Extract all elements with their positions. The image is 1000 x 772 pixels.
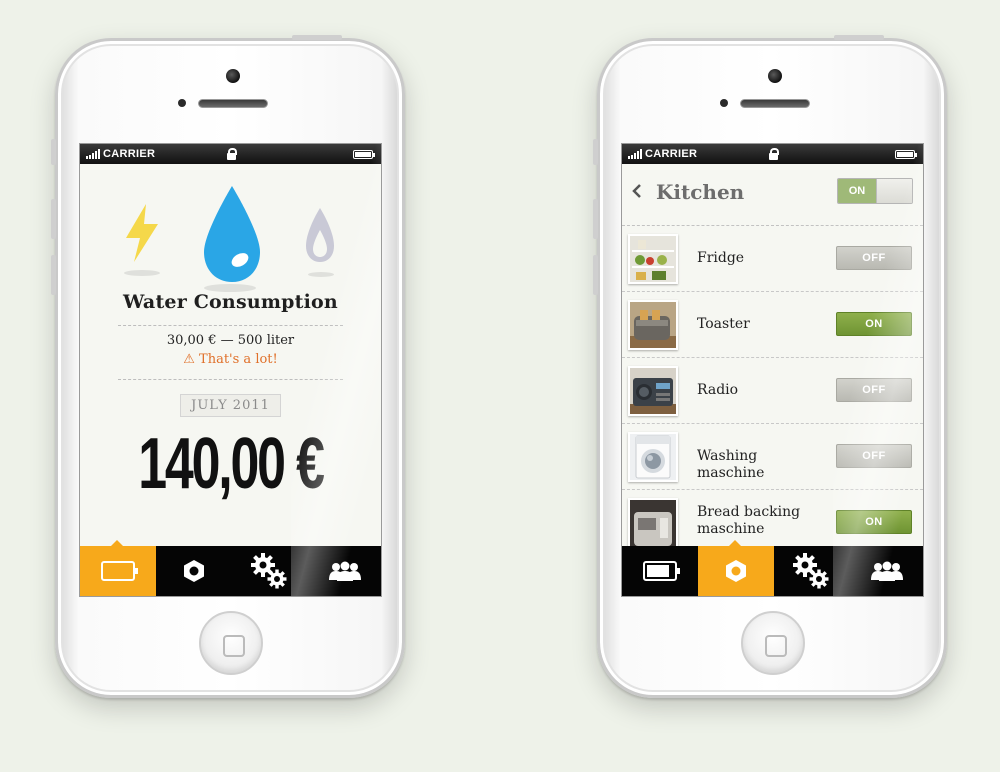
lock-icon — [227, 148, 237, 160]
volume-up-button — [593, 199, 598, 239]
fridge-thumbnail — [628, 234, 678, 284]
device-name: Bread backing maschine — [697, 504, 801, 537]
tab-community[interactable] — [307, 546, 381, 596]
consumption-separator: — — [220, 333, 234, 348]
signal-icon — [628, 149, 642, 159]
tab-settings[interactable] — [774, 546, 850, 596]
volume-down-button — [593, 255, 598, 295]
divider — [118, 379, 343, 380]
proximity-sensor — [178, 99, 186, 107]
master-toggle[interactable]: ON — [837, 178, 913, 204]
power-button — [834, 35, 884, 40]
volume-down-button — [51, 255, 56, 295]
home-button[interactable] — [741, 611, 805, 675]
front-camera — [226, 69, 240, 83]
list-item[interactable]: Fridge OFF — [622, 226, 923, 292]
device-name: Toaster — [697, 316, 750, 332]
water-drop-icon[interactable] — [204, 186, 260, 282]
fridge-toggle[interactable]: OFF — [836, 246, 912, 270]
list-item[interactable]: Washing maschine OFF — [622, 424, 923, 490]
consumption-volume: 500 liter — [237, 333, 295, 348]
device-name: Fridge — [697, 250, 745, 266]
group-icon — [329, 561, 362, 581]
month-selector[interactable]: JULY 2011 — [180, 394, 281, 417]
electricity-bolt-icon[interactable] — [124, 204, 160, 262]
device-name: Radio — [697, 382, 739, 398]
tab-devices[interactable] — [697, 540, 774, 596]
page-title: Kitchen — [656, 180, 745, 204]
washing-machine-toggle[interactable]: OFF — [836, 444, 912, 468]
kitchen-header: Kitchen ON — [622, 164, 923, 226]
tab-devices[interactable] — [156, 546, 232, 596]
consumption-cost: 30,00 € — [166, 333, 217, 348]
washing-machine-thumbnail — [628, 432, 678, 482]
front-camera — [768, 69, 782, 83]
group-icon — [871, 561, 904, 581]
carrier-label: CARRIER — [103, 148, 156, 160]
master-toggle-label: ON — [838, 179, 876, 203]
signal-icon — [86, 149, 100, 159]
gears-icon — [251, 553, 287, 589]
status-bar: CARRIER — [80, 144, 381, 164]
battery-status-icon — [353, 150, 375, 159]
tab-community[interactable] — [849, 546, 923, 596]
device-name: Washing maschine — [697, 448, 765, 481]
divider — [118, 325, 343, 326]
battery-status-icon — [895, 150, 917, 159]
proximity-sensor — [720, 99, 728, 107]
radio-toggle[interactable]: OFF — [836, 378, 912, 402]
nut-icon — [183, 560, 204, 582]
total-amount: 140,00 € — [138, 424, 325, 504]
list-item[interactable]: Toaster ON — [622, 292, 923, 358]
earpiece-speaker — [740, 99, 810, 108]
utility-selector — [80, 164, 381, 292]
bread-machine-toggle[interactable]: ON — [836, 510, 912, 534]
right-phone: CARRIER Kitchen ON Fridge OFF Toaster ON… — [593, 35, 947, 698]
page-title: Water Consumption — [123, 291, 338, 313]
kitchen-screen: CARRIER Kitchen ON Fridge OFF Toaster ON… — [621, 143, 924, 597]
water-consumption-screen: CARRIER Water Consumption 30,00 € — 500 … — [79, 143, 382, 597]
consumption-summary: 30,00 € — 500 liter — [80, 333, 381, 348]
list-item[interactable]: Radio OFF — [622, 358, 923, 424]
back-chevron-icon[interactable] — [632, 184, 642, 198]
tab-bar — [80, 540, 381, 596]
warning-message: ⚠ That's a lot! — [183, 352, 278, 367]
power-button — [292, 35, 342, 40]
home-button[interactable] — [199, 611, 263, 675]
bread-machine-thumbnail — [628, 498, 678, 548]
tab-settings[interactable] — [232, 546, 308, 596]
tab-consumption[interactable] — [622, 546, 698, 596]
toaster-toggle[interactable]: ON — [836, 312, 912, 336]
lock-icon — [769, 148, 779, 160]
toggle-knob — [876, 179, 912, 203]
tab-consumption[interactable] — [80, 540, 156, 596]
battery-icon — [642, 561, 680, 581]
nut-icon — [725, 560, 746, 582]
carrier-label: CARRIER — [645, 148, 698, 160]
mute-switch — [593, 139, 598, 165]
volume-up-button — [51, 199, 56, 239]
toaster-thumbnail — [628, 300, 678, 350]
mute-switch — [51, 139, 56, 165]
earpiece-speaker — [198, 99, 268, 108]
tab-bar — [622, 540, 923, 596]
radio-thumbnail — [628, 366, 678, 416]
device-list: Fridge OFF Toaster ON Radio OFF Washing … — [622, 226, 923, 556]
battery-icon — [100, 561, 138, 581]
status-bar: CARRIER — [622, 144, 923, 164]
gas-flame-icon[interactable] — [306, 208, 334, 262]
gears-icon — [793, 553, 829, 589]
left-phone: CARRIER Water Consumption 30,00 € — 500 … — [51, 35, 405, 698]
